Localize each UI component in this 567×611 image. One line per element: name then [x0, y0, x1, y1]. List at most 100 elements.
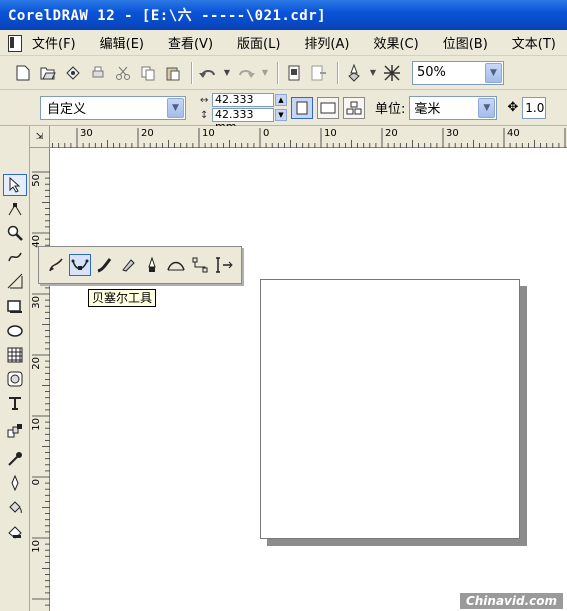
nudge-icon: ✥ — [507, 100, 519, 115]
landscape-button[interactable] — [317, 96, 339, 119]
horizontal-ruler[interactable]: 30 20 10 0 10 20 30 40 — [15, 126, 567, 148]
application-launcher-icon[interactable] — [343, 62, 365, 84]
paper-width-field[interactable]: 42.333 mm — [212, 93, 274, 118]
menu-effects[interactable]: 效果(C) — [373, 33, 418, 52]
freehand-tool-icon[interactable] — [3, 246, 27, 268]
ruler-label: 30 — [446, 128, 459, 139]
import-icon[interactable] — [283, 62, 305, 84]
ruler-label: 10 — [202, 128, 215, 139]
ruler-label: 50 — [31, 174, 42, 187]
window-title: CorelDRAW 12 - [E:\六 -----\021.cdr] — [8, 8, 327, 24]
open-document-icon[interactable] — [37, 62, 59, 84]
menu-text[interactable]: 文本(T) — [512, 33, 556, 52]
watermark: Chinavid.com — [459, 593, 563, 609]
ruler-label: 30 — [31, 296, 42, 309]
eyedropper-tool-icon[interactable] — [3, 448, 27, 470]
zoom-level-select[interactable]: 50% ▼ — [412, 60, 504, 85]
title-bar: CorelDRAW 12 - [E:\六 -----\021.cdr] — [0, 0, 567, 30]
save-icon[interactable] — [62, 62, 84, 84]
interactive-fill-tool-icon[interactable] — [3, 520, 27, 542]
paper-height-field[interactable]: 42.333 mm — [212, 108, 274, 133]
ruler-label: 0 — [263, 128, 269, 139]
zoom-tool-icon[interactable] — [3, 222, 27, 244]
bezier-tool-tooltip: 贝塞尔工具 — [88, 289, 157, 307]
vertical-ruler[interactable]: 50 40 30 20 10 0 10 — [30, 148, 50, 611]
smart-fill-tool-icon[interactable] — [3, 270, 27, 292]
ruler-label: 30 — [80, 128, 93, 139]
polyline-tool-icon[interactable] — [141, 254, 163, 276]
ruler-label: 20 — [141, 128, 154, 139]
redo-dropdown-icon[interactable]: ▼ — [260, 62, 270, 84]
property-bar: 自定义 ▼ ↔ 42.333 mm ▲ ↕ 42.333 mm ▼ 单位: 毫米… — [0, 90, 567, 133]
text-tool-icon[interactable] — [3, 392, 27, 414]
corel-online-icon[interactable] — [381, 62, 403, 84]
ruler-label: 10 — [31, 540, 42, 553]
paper-type-select[interactable]: 自定义 ▼ — [40, 95, 186, 120]
menu-view[interactable]: 查看(V) — [168, 33, 213, 52]
menu-edit[interactable]: 编辑(E) — [100, 33, 144, 52]
print-icon[interactable] — [87, 62, 109, 84]
height-spinner[interactable]: ▼ — [275, 109, 287, 121]
height-icon: ↕ — [200, 109, 209, 121]
freehand-tool-icon[interactable] — [45, 254, 67, 276]
toolbox — [0, 126, 30, 611]
ruler-label: 0 — [31, 479, 42, 485]
menu-file[interactable]: 文件(F) — [32, 33, 76, 52]
page-layout-button[interactable] — [343, 96, 365, 119]
basic-shapes-tool-icon[interactable] — [3, 368, 27, 390]
units-label: 单位: — [375, 102, 406, 117]
paper-dimensions: ↔ 42.333 mm ▲ ↕ 42.333 mm ▼ — [200, 93, 287, 133]
redo-icon[interactable] — [235, 62, 257, 84]
zoom-level-value: 50% — [417, 65, 446, 80]
fill-tool-icon[interactable] — [3, 496, 27, 518]
chevron-down-icon[interactable]: ▼ — [478, 97, 496, 118]
portrait-button[interactable] — [291, 96, 313, 119]
menu-bitmaps[interactable]: 位图(B) — [443, 33, 488, 52]
toolbar-separator — [191, 61, 193, 84]
copy-icon[interactable] — [137, 62, 159, 84]
ruler-origin-icon[interactable]: ⇲ — [30, 126, 50, 148]
launcher-dropdown-icon[interactable]: ▼ — [368, 62, 378, 84]
ruler-label: 10 — [324, 128, 337, 139]
pick-tool-icon[interactable] — [3, 174, 27, 196]
undo-dropdown-icon[interactable]: ▼ — [222, 62, 232, 84]
paper-type-value: 自定义 — [47, 102, 87, 117]
width-spinner[interactable]: ▲ — [275, 94, 287, 106]
undo-icon[interactable] — [197, 62, 219, 84]
nudge-control: ✥ 1.0 — [507, 96, 547, 119]
artistic-media-tool-icon[interactable] — [93, 254, 115, 276]
drawing-canvas[interactable] — [50, 148, 567, 611]
drawing-page[interactable] — [260, 279, 520, 539]
menu-layout[interactable]: 版面(L) — [237, 33, 280, 52]
new-document-icon[interactable] — [12, 62, 34, 84]
graph-paper-tool-icon[interactable] — [3, 344, 27, 366]
dimension-tool-icon[interactable] — [213, 254, 235, 276]
ruler-label: 10 — [31, 418, 42, 431]
units-select[interactable]: 毫米 ▼ — [409, 95, 498, 120]
paste-icon[interactable] — [162, 62, 184, 84]
nudge-field[interactable]: 1.0 — [522, 96, 547, 119]
ellipse-tool-icon[interactable] — [3, 320, 27, 342]
toolbar-separator — [277, 61, 279, 84]
width-icon: ↔ — [200, 94, 209, 106]
bezier-tool-icon[interactable] — [69, 254, 91, 276]
chevron-down-icon[interactable]: ▼ — [485, 62, 502, 83]
ruler-label: 40 — [507, 128, 520, 139]
interactive-blend-tool-icon[interactable] — [3, 420, 27, 442]
shape-tool-icon[interactable] — [3, 198, 27, 220]
interactive-connector-tool-icon[interactable] — [189, 254, 211, 276]
menu-arrange[interactable]: 排列(A) — [304, 33, 349, 52]
menu-bar: 文件(F) 编辑(E) 查看(V) 版面(L) 排列(A) 效果(C) 位图(B… — [0, 30, 567, 56]
pen-tool-icon[interactable] — [117, 254, 139, 276]
curve-tools-flyout — [38, 246, 242, 284]
chevron-down-icon[interactable]: ▼ — [167, 97, 184, 118]
rectangle-tool-icon[interactable] — [3, 296, 27, 318]
outline-tool-icon[interactable] — [3, 472, 27, 494]
units-value: 毫米 — [414, 102, 441, 117]
standard-toolbar: ▼ ▼ ▼ 50% ▼ — [0, 56, 567, 90]
three-point-curve-tool-icon[interactable] — [165, 254, 187, 276]
cut-icon[interactable] — [112, 62, 134, 84]
export-icon[interactable] — [308, 62, 330, 84]
ruler-label: 20 — [385, 128, 398, 139]
toolbar-separator — [337, 61, 339, 84]
